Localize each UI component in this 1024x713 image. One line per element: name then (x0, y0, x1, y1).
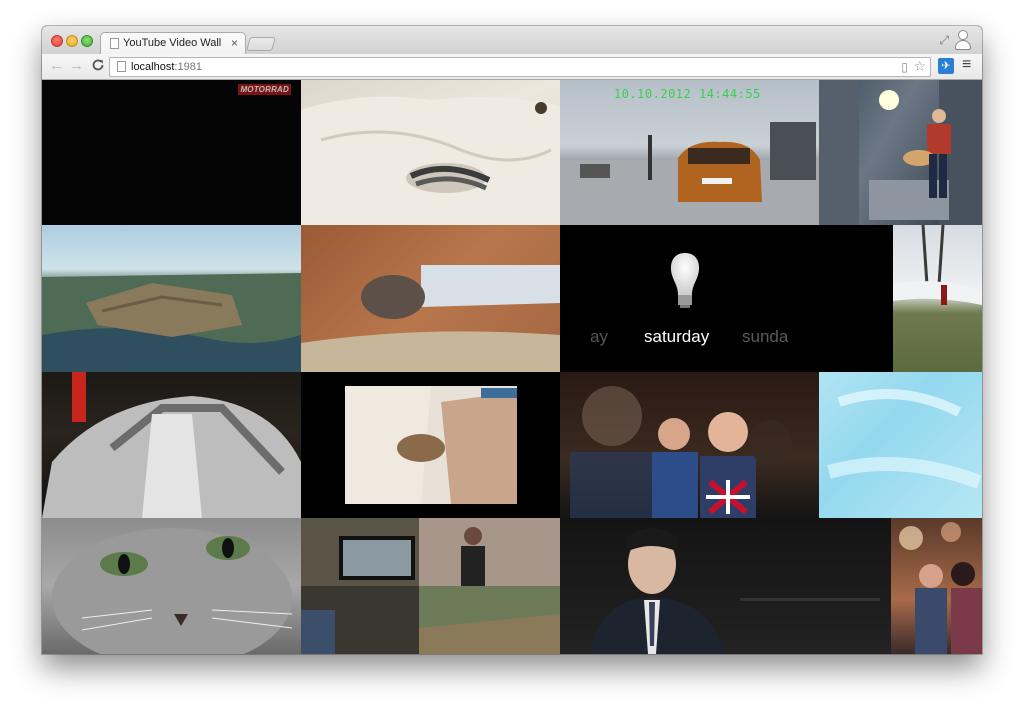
video-aerial-fortress[interactable] (42, 225, 301, 372)
menu-icon[interactable]: ≡ (962, 56, 971, 74)
video-dance-party[interactable] (891, 518, 982, 654)
bookmark-star-icon[interactable]: ☆ (913, 58, 926, 75)
tab-title: YouTube Video Wall (123, 37, 222, 49)
video-man-suit[interactable] (560, 518, 891, 654)
day-previous: ay (590, 327, 608, 346)
light-bulb-icon (670, 253, 700, 308)
page-icon (110, 38, 119, 49)
video-cat-face[interactable] (42, 518, 301, 654)
fullscreen-icon[interactable]: ⤢ (939, 33, 949, 48)
profile-avatar-icon[interactable] (954, 28, 972, 52)
url-text: localhost:1981 (131, 61, 202, 73)
video-hue-days[interactable]: ay saturday sunda (560, 225, 893, 372)
back-arrow-icon[interactable]: ← (49, 58, 64, 74)
video-concept-car[interactable] (42, 372, 301, 518)
window-minimize-button[interactable] (66, 35, 78, 47)
video-selfie-concert[interactable] (560, 372, 819, 518)
extension-icon[interactable]: ✈ (938, 58, 954, 74)
browser-toolbar: ← → localhost:1981 ▯ ☆ ✈ ≡ (42, 54, 982, 80)
tab-youtube-video-wall[interactable]: YouTube Video Wall × (100, 32, 246, 55)
window-maximize-button[interactable] (81, 35, 93, 47)
page-icon (117, 61, 126, 72)
video-motorrad[interactable]: MOTORRAD (42, 80, 301, 225)
new-tab-button[interactable] (246, 37, 276, 51)
forward-arrow-icon[interactable]: → (69, 58, 84, 74)
video-hamster-tube[interactable] (301, 225, 560, 372)
window-close-button[interactable] (51, 35, 63, 47)
day-next: sunda (742, 327, 789, 346)
video-watermark: MOTORRAD (238, 84, 291, 95)
day-current: saturday (644, 327, 710, 346)
video-hamster-bed[interactable] (301, 80, 560, 225)
reload-icon[interactable] (91, 58, 105, 75)
video-bright-water[interactable] (819, 372, 982, 518)
tab-close-icon[interactable]: × (231, 36, 238, 50)
video-skyrim-gamer[interactable] (301, 518, 560, 654)
browser-window: YouTube Video Wall × ⤢ ← → localhost:198… (42, 26, 982, 654)
video-timestamp: 10.10.2012 14:44:55 (614, 87, 761, 101)
video-dashcam[interactable]: 10.10.2012 14:44:55 (560, 80, 819, 225)
video-snow-field[interactable] (893, 225, 982, 372)
video-hamster-hand[interactable] (301, 372, 560, 518)
page-action-icon[interactable]: ▯ (901, 60, 908, 74)
tab-strip: YouTube Video Wall × ⤢ (42, 26, 982, 55)
address-bar[interactable]: localhost:1981 ▯ ☆ (109, 57, 931, 77)
video-wall: MOTORRAD 10.10.2012 14:44:55 ay saturday… (42, 80, 982, 654)
video-space-station-guitar[interactable] (819, 80, 982, 225)
